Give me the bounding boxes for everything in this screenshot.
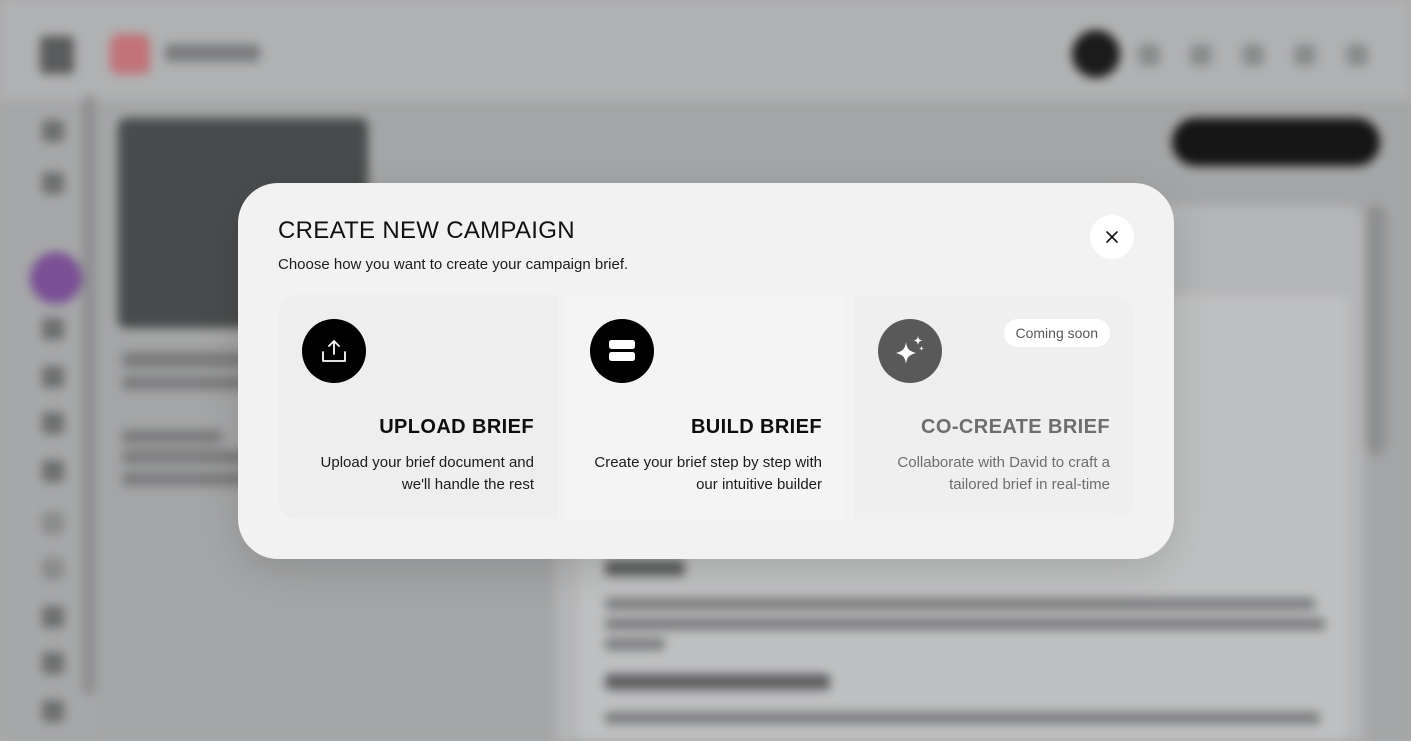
background-action-button	[1172, 118, 1380, 166]
option-description: Create your brief step by step with our …	[594, 454, 822, 493]
sidebar-icon	[42, 558, 64, 580]
brief-options: UPLOAD BRIEF Upload your brief document …	[278, 295, 1134, 519]
sidebar-icon	[42, 460, 64, 482]
menu-icon	[40, 36, 74, 74]
topbar-icon	[1138, 44, 1160, 66]
background-sidebar-scrollbar	[82, 95, 96, 695]
sidebar-icon	[42, 606, 64, 628]
background-text	[605, 712, 1320, 724]
background-text	[605, 598, 1315, 610]
sidebar-icon	[42, 120, 64, 142]
coming-soon-badge: Coming soon	[1003, 319, 1110, 347]
topbar-icon	[1190, 44, 1212, 66]
upload-icon	[302, 319, 366, 383]
sidebar-icon	[42, 318, 64, 340]
sidebar-icon	[42, 652, 64, 674]
background-scrollbar	[1366, 205, 1386, 455]
sidebar-avatar	[30, 252, 82, 304]
background-text	[122, 430, 222, 444]
background-text	[605, 638, 665, 650]
sidebar-icon	[42, 412, 64, 434]
co-create-brief-option: Coming soon CO-CREATE BRIEF Collaborate …	[854, 295, 1134, 519]
background-text	[605, 560, 685, 576]
avatar	[1072, 30, 1120, 78]
logo-text	[165, 44, 260, 62]
builder-icon	[590, 319, 654, 383]
background-text	[122, 472, 252, 486]
close-icon	[1106, 231, 1118, 243]
topbar-icon	[1242, 44, 1264, 66]
sidebar-icon	[42, 366, 64, 388]
modal-subtitle: Choose how you want to create your campa…	[278, 256, 629, 273]
close-button[interactable]	[1090, 215, 1134, 259]
create-campaign-modal: CREATE NEW CAMPAIGN Choose how you want …	[238, 183, 1174, 559]
sidebar-icon	[42, 172, 64, 194]
option-title: UPLOAD BRIEF	[379, 416, 534, 438]
sparkle-icon	[878, 319, 942, 383]
background-text	[605, 674, 830, 690]
build-brief-option[interactable]: BUILD BRIEF Create your brief step by st…	[566, 295, 846, 519]
option-description: Collaborate with David to craft a tailor…	[897, 454, 1110, 493]
topbar-icon	[1294, 44, 1316, 66]
sidebar-icon	[42, 700, 64, 722]
option-title: BUILD BRIEF	[690, 416, 822, 438]
logo-icon	[110, 34, 150, 74]
option-title: CO-CREATE BRIEF	[921, 416, 1110, 438]
upload-brief-option[interactable]: UPLOAD BRIEF Upload your brief document …	[278, 295, 558, 519]
topbar-icon	[1346, 44, 1368, 66]
modal-title: CREATE NEW CAMPAIGN	[278, 217, 575, 244]
sidebar-icon	[42, 512, 64, 534]
background-text	[605, 618, 1325, 630]
option-description: Upload your brief document and we'll han…	[320, 454, 534, 493]
